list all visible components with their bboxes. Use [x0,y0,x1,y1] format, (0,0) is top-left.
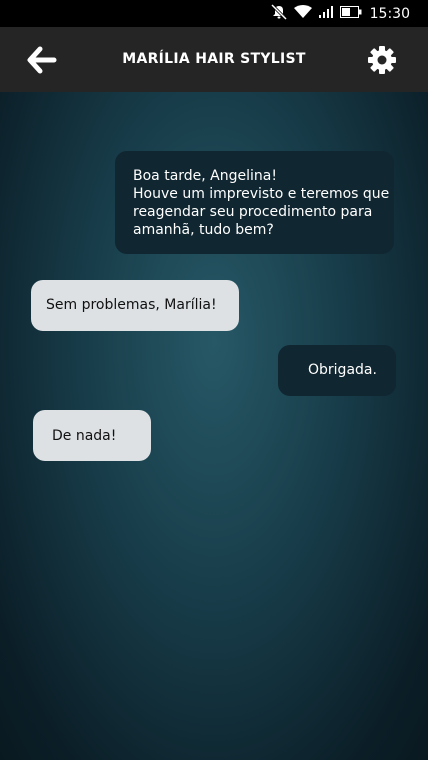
message-text: reagendar seu procedimento para [133,204,373,220]
notifications-muted-icon [270,3,288,24]
message-text: Houve um imprevisto e teremos que [133,186,390,202]
status-bar: 15:30 [0,0,428,27]
battery-icon [339,5,362,22]
signal-icon [318,5,334,23]
message-bubble-sent: Obrigada. [278,345,396,396]
status-time: 15:30 [369,5,410,22]
message-bubble-sent: Boa tarde, Angelina! Houve um imprevisto… [115,151,394,254]
app-header: MARÍLIA HAIR STYLIST [0,27,428,92]
message-bubble-received: Sem problemas, Marília! [31,280,239,331]
message-text: De nada! [52,428,117,444]
page-title: MARÍLIA HAIR STYLIST [122,51,306,67]
status-icons: 15:30 [270,0,428,27]
wifi-icon [293,4,312,23]
message-text: amanhã, tudo bem? [133,222,274,238]
gear-icon [366,46,398,80]
message-text: Obrigada. [308,362,377,378]
settings-button[interactable] [366,44,398,76]
message-text: Sem problemas, Marília! [46,297,217,313]
message-text: Boa tarde, Angelina! [133,168,277,184]
message-bubble-received: De nada! [33,410,151,461]
